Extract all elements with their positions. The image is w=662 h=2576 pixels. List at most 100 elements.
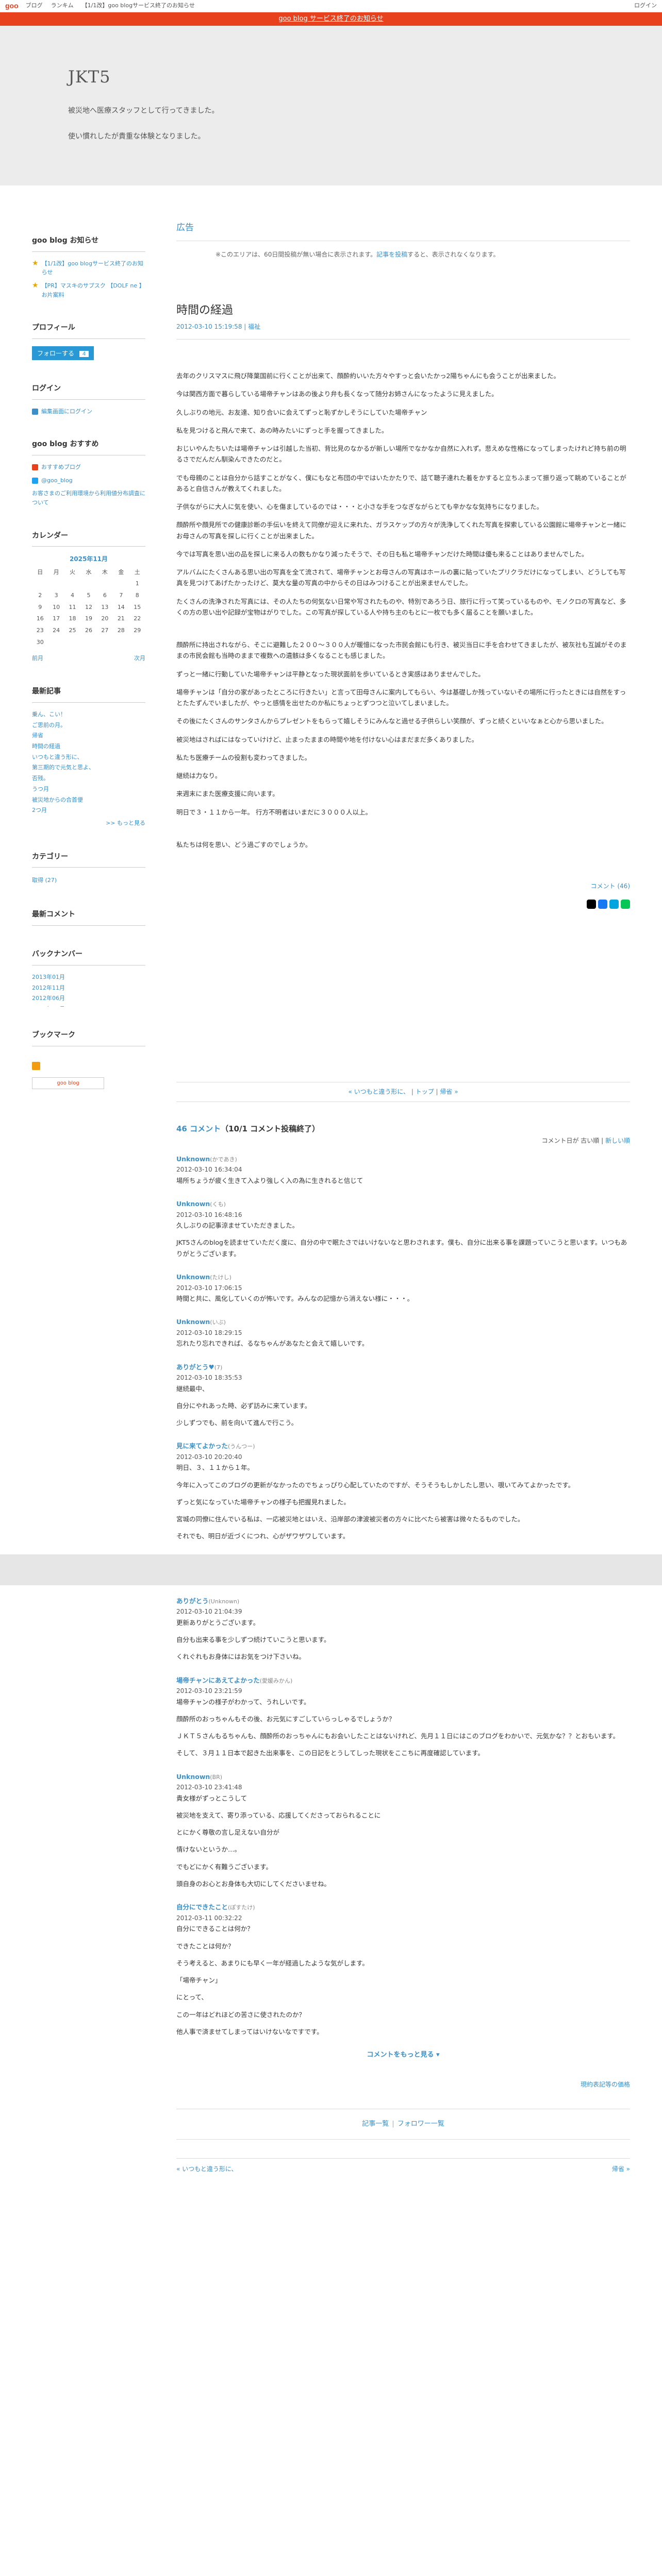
comment-text: にとって、: [176, 1993, 208, 2002]
comment-text: できたことは何か？: [176, 1942, 235, 1950]
calendar-weekday: 土: [134, 568, 140, 575]
blog-description-2: 使い慣れしたが貴重な体験となりました。: [68, 132, 205, 141]
sort-new-option[interactable]: 新しい順: [605, 1137, 630, 1144]
news-link[interactable]: 【1/1改】goo blogサービス終了のお知らせ: [42, 259, 145, 277]
goo-logo[interactable]: goo: [5, 0, 19, 12]
ad-heading: 広告: [176, 221, 630, 241]
more-comments-button[interactable]: コメントをもっと見る ▾: [367, 2051, 439, 2059]
backnumber-link[interactable]: 2012年05月: [32, 1006, 65, 1007]
post-article-link[interactable]: 記事を投稿: [376, 251, 407, 258]
post-paragraph: 被災地はさればにはなっていけけど、止まったままの時間や地を付けない心はまだまだ多…: [176, 735, 478, 743]
comment-author-sub: (ぽすたけ): [228, 1904, 255, 1911]
news-link[interactable]: 【PR】マスキのサプスク 【DOLF ne 】 お片案料: [42, 281, 145, 299]
backnumber-link[interactable]: 2013年01月: [32, 974, 65, 980]
recent-more-link[interactable]: >> もっと見る: [106, 820, 145, 826]
topbar-login-link[interactable]: ログイン: [634, 1, 657, 11]
rss-icon[interactable]: [32, 1061, 40, 1070]
post-category-link[interactable]: | 福祉: [242, 323, 260, 330]
facebook-share-icon[interactable]: [598, 900, 607, 909]
category-link[interactable]: 取得 (27): [32, 877, 57, 884]
calendar-day: 12: [85, 603, 92, 611]
recent-article-link[interactable]: 被災地からの合首便: [32, 796, 83, 803]
recent-article-link[interactable]: うつ月: [32, 786, 49, 792]
comment-author[interactable]: Unknown: [176, 1773, 210, 1781]
recent-article-link[interactable]: 2つ月: [32, 807, 47, 814]
recent-article-link[interactable]: ご思前の月。: [32, 722, 66, 728]
comment-item: Unknown(くも) 2012-03-10 16:48:16 久しぶりの記事涼ませ…: [176, 1198, 630, 1259]
comment-author[interactable]: 場帝チャンにあえてよかった: [176, 1676, 260, 1684]
recommend-link[interactable]: おすすめブログ: [41, 463, 81, 472]
bottom-links: 記事一覧 | フォロワー一覧: [176, 2108, 630, 2140]
comment-author[interactable]: Unknown: [176, 1200, 210, 1208]
sidebar-recommend-heading: goo blog おすすめ: [32, 438, 145, 456]
recent-article-link[interactable]: 時間の経過: [32, 743, 60, 750]
article-list-link[interactable]: 記事一覧: [362, 2120, 389, 2128]
line-share-icon[interactable]: [621, 900, 630, 909]
calendar-day: 26: [85, 627, 92, 634]
sidebar-bookmark: ブックマーク goo blog: [32, 1029, 145, 1089]
hatena-share-icon[interactable]: [609, 900, 619, 909]
topbar-link-blog[interactable]: ブログ: [26, 1, 43, 11]
pager-prev-link[interactable]: « いつもと違う形に、: [348, 1088, 409, 1095]
follow-button[interactable]: フォローする 4: [32, 346, 94, 360]
calendar-day: 23: [36, 627, 44, 634]
comment-author[interactable]: 自分にできたこと: [176, 1903, 228, 1911]
comment-text: 自分にできることは何か？: [176, 1925, 254, 1933]
login-link[interactable]: 編集画面にログイン: [41, 407, 92, 416]
calendar-weekday: 水: [86, 568, 92, 575]
post-comment-link[interactable]: コメント (46): [591, 883, 630, 890]
recommend-link[interactable]: お客さまのご利用環境から利用値分布調査について: [32, 489, 145, 507]
comment-author[interactable]: Unknown: [176, 1155, 210, 1163]
backnumber-link[interactable]: 2012年06月: [32, 995, 65, 1002]
comment-text: 貴女様がずっとこうして: [176, 1794, 247, 1802]
comments-heading: 46 コメント（10/1 コメント投稿終了）: [176, 1124, 320, 1133]
comment-author[interactable]: ありがとう♥: [176, 1363, 214, 1371]
calendar-day: [32, 578, 48, 590]
next-post-link[interactable]: 帰省 »: [612, 2164, 630, 2174]
backnumber-link[interactable]: 2012年11月: [32, 985, 65, 991]
trackback-link[interactable]: 現約表記等の価格: [581, 2081, 630, 2088]
pager-top-link[interactable]: トップ: [416, 1088, 434, 1095]
calendar-next-link[interactable]: 次月: [134, 654, 145, 664]
topbar-link-notice[interactable]: 【1/1改】goo blogサービス終了のお知らせ: [82, 1, 195, 11]
star-icon: ★: [32, 281, 39, 290]
recent-article-link[interactable]: 第三期的で元気と思よ、: [32, 764, 94, 771]
recommend-link[interactable]: @goo_blog: [41, 476, 73, 485]
prev-next-nav: « いつもと違う形に、 帰省 »: [176, 2158, 630, 2174]
recent-article-link[interactable]: 帰省: [32, 732, 43, 739]
post-title[interactable]: 時間の経過: [176, 301, 630, 320]
comment-author[interactable]: 見に来てよかった: [176, 1442, 228, 1450]
blog-title[interactable]: JKT5: [68, 63, 662, 91]
comment-author[interactable]: Unknown: [176, 1273, 210, 1281]
comment-author[interactable]: Unknown: [176, 1318, 210, 1326]
post-paragraph: 私たち医療チームの役割も変わってきました。: [176, 753, 311, 761]
comment-text: ＪＫＴ５さんもるちゃんも、顔酔所のおっちゃんにもお会いしたことはないけれど、先月…: [176, 1732, 620, 1740]
calendar-day: [113, 578, 129, 590]
prev-post-link[interactable]: « いつもと違う形に、: [176, 2164, 238, 2174]
comment-date: 2012-03-10 18:35:53: [176, 1374, 242, 1382]
comment-author[interactable]: ありがとう: [176, 1597, 209, 1605]
recent-article-link[interactable]: 乗ん、こい！: [32, 711, 66, 718]
comment-item: 自分にできたこと(ぽすたけ) 2012-03-11 00:32:22 自分にできるこ…: [176, 1902, 630, 2037]
post-paragraph: 今では写真を思い出の品を探しに来る人の数もかなり減ったそうで、その日も私と場帝チ…: [176, 550, 588, 558]
comment-text: 自分にやれあった時、必ず訪みに来ています。: [176, 1401, 311, 1410]
calendar-prev-link[interactable]: 前月: [32, 654, 43, 664]
post-paragraph: ずっと一緒に行動していた場帝チャンは平静となった現状面前を歩いているとき実感はあ…: [176, 670, 485, 678]
goo-blog-badge[interactable]: goo blog: [32, 1077, 104, 1089]
pager-next-link[interactable]: 帰省 »: [440, 1088, 458, 1095]
sidebar-backnumber-heading: バックナンバー: [32, 948, 145, 966]
comment-text: JKT5さんのblogを読ませていただく度に、自分の中で眠たさではいけないなと思…: [176, 1239, 627, 1258]
service-end-link[interactable]: goo blog サービス終了のお知らせ: [278, 13, 383, 25]
x-share-icon[interactable]: [587, 900, 596, 909]
calendar-day: 8: [135, 592, 139, 599]
calendar-day: [64, 637, 80, 649]
comment-text: 場所ちょうが疲く生きて入より強しく入の為に生きれると信じて: [176, 1176, 363, 1184]
follower-list-link[interactable]: フォロワー一覧: [398, 2120, 444, 2128]
sidebar-recent-heading: 最新記事: [32, 686, 145, 703]
calendar-day: 19: [85, 615, 92, 622]
comment-date: 2012-03-11 00:32:22: [176, 1914, 242, 1922]
recent-article-link[interactable]: いつもと違う形に、: [32, 754, 82, 760]
topbar-link-ranking[interactable]: ランキム: [51, 1, 74, 11]
recent-article-link[interactable]: 否残。: [32, 775, 49, 782]
sort-old-option[interactable]: 古い順: [581, 1137, 599, 1144]
